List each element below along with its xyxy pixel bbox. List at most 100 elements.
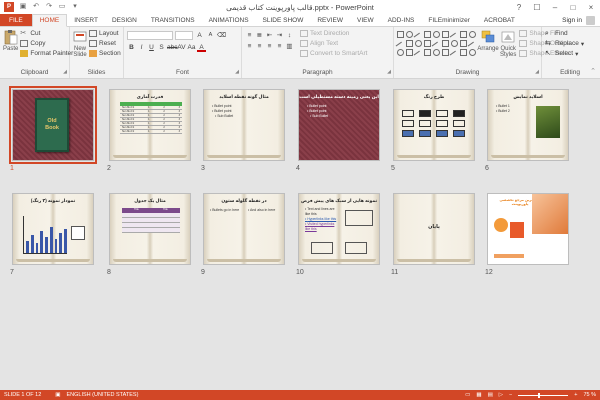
spellcheck-icon[interactable]: ▣ [55,392,60,398]
slide-thumbnail-10[interactable]: نمونه هایی از سبک های پیش فرض Text and l… [296,193,380,276]
convert-smartart-button[interactable]: Convert to SmartArt [300,49,367,58]
redo-icon[interactable]: ↷ [45,3,53,11]
align-left-icon[interactable]: ≡ [245,42,254,51]
customize-qat-icon[interactable]: ▾ [71,3,79,11]
columns-icon[interactable]: ▥ [285,42,294,51]
slide-thumbnail-4[interactable]: این یعنی زمینه دسته مستطیلی است Bullet p… [296,89,380,172]
tab-review[interactable]: REVIEW [310,14,350,26]
italic-icon[interactable]: I [137,43,146,52]
slide-thumbnail-8[interactable]: مثال یک جدول Title Title 8 [107,193,191,276]
reset-button[interactable]: Reset [89,39,121,48]
paste-button[interactable]: Paste [3,29,18,58]
tab-view[interactable]: VIEW [350,14,381,26]
font-size-dropdown[interactable] [175,31,193,40]
shape-icon[interactable] [406,49,413,56]
align-center-icon[interactable]: ≡ [255,42,264,51]
shape-icon[interactable] [449,50,460,61]
font-name-dropdown[interactable] [127,31,173,40]
shape-icon[interactable] [424,49,431,56]
help-button[interactable]: ? [510,0,528,14]
tab-slide-show[interactable]: SLIDE SHOW [256,14,311,26]
shape-icon[interactable] [442,40,449,47]
decrease-font-icon[interactable]: A [206,31,215,40]
sign-in[interactable]: Sign in [562,14,600,26]
text-direction-button[interactable]: Text Direction [300,29,367,38]
undo-icon[interactable]: ↶ [32,3,40,11]
font-color-icon[interactable]: A [197,43,206,52]
start-slideshow-icon[interactable]: ▭ [58,3,66,11]
shape-icon[interactable] [460,49,467,56]
paragraph-launcher-icon[interactable]: ◢ [387,69,391,75]
zoom-out-icon[interactable]: − [509,392,512,398]
zoom-in-icon[interactable]: + [574,392,577,398]
shape-icon[interactable] [460,40,467,47]
new-slide-button[interactable]: New Slide [73,29,87,58]
minimize-button[interactable]: – [546,0,564,14]
copy-button[interactable]: Copy [20,39,73,48]
clipboard-launcher-icon[interactable]: ◢ [63,69,67,75]
char-spacing-icon[interactable]: AV [177,43,186,52]
save-icon[interactable]: ▣ [19,3,27,11]
slide-thumbnail-9[interactable]: در نقطه گلوله ستون Bullets go in here An… [201,193,285,276]
shape-icon[interactable] [433,31,440,38]
slide-thumbnail-6[interactable]: اسلاید نمایش Bullet 1 Bullet 2 6 [485,89,569,172]
tab-transitions[interactable]: TRANSITIONS [144,14,202,26]
normal-view-icon[interactable]: ▭ [465,392,470,398]
shape-icon[interactable] [469,31,476,38]
shape-icon[interactable] [442,31,449,38]
slide-thumbnail-1[interactable]: Old Book 1 [9,86,97,172]
slideshow-view-icon[interactable]: ▷ [499,392,503,398]
replace-dropdown-icon[interactable]: ▾ [581,40,584,48]
shape-icon[interactable] [413,50,424,61]
slide-thumbnail-7[interactable]: نمودار نمونه (۳ رنگ) 7 [10,193,94,276]
strikethrough-icon[interactable]: abc [167,43,177,52]
slide-thumbnail-2[interactable]: قدرت آماری Sun Mo Fri 1 2 3 Sun Mo Fri 1 2 3 S… [107,89,191,172]
layout-button[interactable]: Layout [89,29,121,38]
slide-sorter-view-icon[interactable]: ▦ [476,392,481,398]
zoom-slider[interactable] [518,392,569,398]
underline-icon[interactable]: U [147,43,156,52]
align-text-button[interactable]: Align Text [300,39,367,48]
font-launcher-icon[interactable]: ◢ [235,69,239,75]
shadow-icon[interactable]: S [157,43,166,52]
tab-fileminimizer[interactable]: FILEminimizer [421,14,477,26]
find-button[interactable]: ⌕ Find [545,29,595,38]
zoom-level[interactable]: 75 % [583,392,596,398]
shape-icon[interactable] [406,31,413,38]
quick-styles-button[interactable]: Quick Styles [500,29,516,58]
slide-thumbnail-3[interactable]: مثال گونه نقطه اسلاید Bullet point Bulle… [201,89,285,172]
tab-add-ins[interactable]: ADD-INS [381,14,422,26]
shape-icon[interactable] [424,31,431,38]
justify-icon[interactable]: ≡ [275,42,284,51]
tab-insert[interactable]: INSERT [67,14,105,26]
close-button[interactable]: × [582,0,600,14]
tab-home[interactable]: HOME [31,14,68,27]
powerpoint-icon[interactable]: P [4,2,14,12]
format-painter-button[interactable]: Format Painter [20,49,73,58]
select-dropdown-icon[interactable]: ▾ [575,50,578,58]
shape-icon[interactable] [397,31,404,38]
numbering-icon[interactable]: ≣ [255,31,264,40]
section-button[interactable]: Section [89,49,121,58]
replace-button[interactable]: ⇆ Replace ▾ [545,39,595,48]
line-spacing-icon[interactable]: ↕ [285,31,294,40]
language-indicator[interactable]: ENGLISH (UNITED STATES) [67,392,139,398]
bullets-icon[interactable]: ≡ [245,31,254,40]
increase-font-icon[interactable]: A [195,31,204,40]
bold-icon[interactable]: B [127,43,136,52]
cut-button[interactable]: ✂ Cut [20,29,73,38]
clear-format-icon[interactable]: ⌫ [217,31,226,40]
maximize-button[interactable]: □ [564,0,582,14]
slide-thumbnail-12[interactable]: بزرگترین مرجع تخصصی پاورپوینت 12 [485,193,569,276]
collapse-ribbon-icon[interactable]: ⌃ [590,67,596,75]
reading-view-icon[interactable]: ▤ [488,392,493,398]
shapes-gallery[interactable] [395,31,478,61]
shape-icon[interactable] [424,40,431,47]
slide-thumbnail-5[interactable]: طرح رنگ 5 [391,89,475,172]
shape-icon[interactable] [442,49,449,56]
tab-design[interactable]: DESIGN [105,14,144,26]
shape-icon[interactable] [406,40,413,47]
arrange-button[interactable]: Arrange [477,29,499,58]
align-right-icon[interactable]: ≡ [265,42,274,51]
change-case-icon[interactable]: Aa [187,43,196,52]
